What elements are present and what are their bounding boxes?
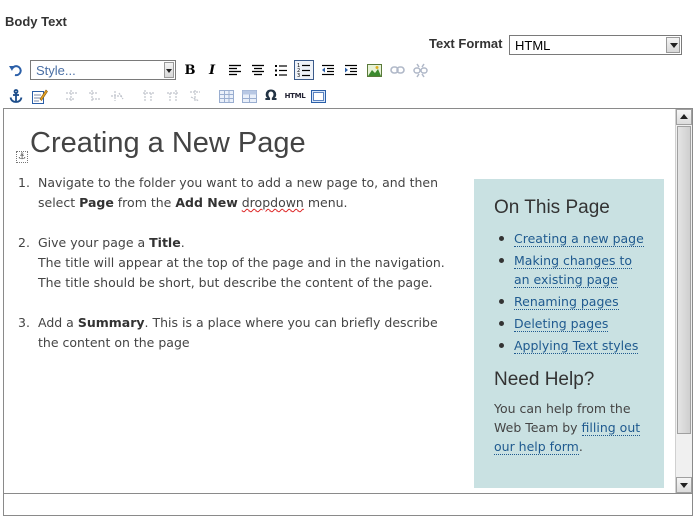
list-item: 1. Navigate to the folder you want to add…	[18, 175, 439, 210]
misspelled-word: dropdown	[241, 195, 304, 210]
table-delete-col-icon[interactable]	[186, 87, 204, 105]
page-heading: Creating a New Page	[30, 127, 306, 159]
help-title: Need Help?	[494, 369, 595, 390]
body-text-label: Body Text	[5, 14, 67, 29]
on-this-page-box: On This Page Creating a new page Making …	[474, 179, 664, 488]
edit-source-icon[interactable]	[31, 87, 49, 105]
indent-icon[interactable]	[342, 61, 360, 79]
table-row-before-icon[interactable]	[63, 87, 81, 105]
list-item: 2. Give your page a Title. The title will…	[18, 235, 445, 290]
fullscreen-icon[interactable]	[309, 87, 327, 105]
table-delete-row-icon[interactable]	[108, 87, 126, 105]
table-properties-icon[interactable]	[240, 87, 258, 105]
undo-icon[interactable]	[7, 61, 25, 79]
help-text: You can help from the Web Team by fillin…	[494, 401, 641, 455]
insert-image-icon[interactable]	[365, 61, 383, 79]
align-left-icon[interactable]	[226, 61, 244, 79]
list-item: Renaming pages	[494, 292, 644, 311]
vertical-scrollbar[interactable]	[675, 109, 692, 493]
aside-links: Creating a new page Making changes to an…	[494, 229, 644, 355]
html-icon[interactable]: HTML	[284, 87, 306, 105]
numbered-list-icon[interactable]: 123	[294, 60, 314, 80]
outdent-icon[interactable]	[319, 61, 337, 79]
italic-icon[interactable]: I	[203, 61, 221, 79]
editor-status-bar	[3, 494, 693, 516]
aside-link[interactable]: Applying Text styles	[514, 338, 639, 354]
steps-list: 1. Navigate to the folder you want to add…	[18, 173, 448, 373]
svg-text:3: 3	[297, 73, 300, 77]
aside-link[interactable]: Making changes to an existing page	[514, 253, 633, 288]
list-item: Creating a new page	[494, 229, 644, 248]
chevron-down-icon[interactable]	[164, 62, 174, 78]
style-select-value: Style...	[36, 63, 76, 78]
table-row-after-icon[interactable]	[86, 87, 104, 105]
scroll-up-icon[interactable]	[676, 109, 692, 125]
bold-icon[interactable]: B	[181, 61, 199, 79]
toolbar-row-1: Style... B I 123	[0, 58, 699, 82]
list-item: Applying Text styles	[494, 336, 644, 355]
toolbar-row-2: Ω HTML	[0, 84, 699, 108]
editor-area[interactable]: ⚓ Creating a New Page 1. Navigate to the …	[3, 108, 693, 494]
style-select[interactable]: Style...	[30, 60, 176, 80]
align-center-icon[interactable]	[249, 61, 267, 79]
link-icon[interactable]	[388, 61, 406, 79]
omega-icon[interactable]: Ω	[262, 87, 280, 105]
unlink-icon[interactable]	[411, 61, 429, 79]
table-icon[interactable]	[217, 87, 235, 105]
list-item: Deleting pages	[494, 314, 644, 333]
scrollbar-thumb[interactable]	[677, 126, 691, 434]
table-col-after-icon[interactable]	[163, 87, 181, 105]
aside-link[interactable]: Renaming pages	[514, 294, 619, 310]
aside-link[interactable]: Creating a new page	[514, 231, 644, 247]
table-col-before-icon[interactable]	[140, 87, 158, 105]
text-format-label: Text Format	[429, 36, 503, 51]
bullet-list-icon[interactable]	[272, 61, 290, 79]
chevron-down-icon[interactable]	[666, 37, 680, 53]
list-item: 3. Add a Summary. This is a place where y…	[18, 315, 438, 350]
anchor-marker-icon: ⚓	[16, 151, 28, 163]
aside-title: On This Page	[494, 197, 610, 218]
anchor-icon[interactable]	[7, 87, 25, 105]
text-format-value: HTML	[515, 38, 551, 53]
aside-link[interactable]: Deleting pages	[514, 316, 609, 332]
text-format-select[interactable]: HTML	[509, 35, 682, 55]
scroll-down-icon[interactable]	[676, 477, 692, 493]
list-item: Making changes to an existing page	[494, 251, 644, 289]
